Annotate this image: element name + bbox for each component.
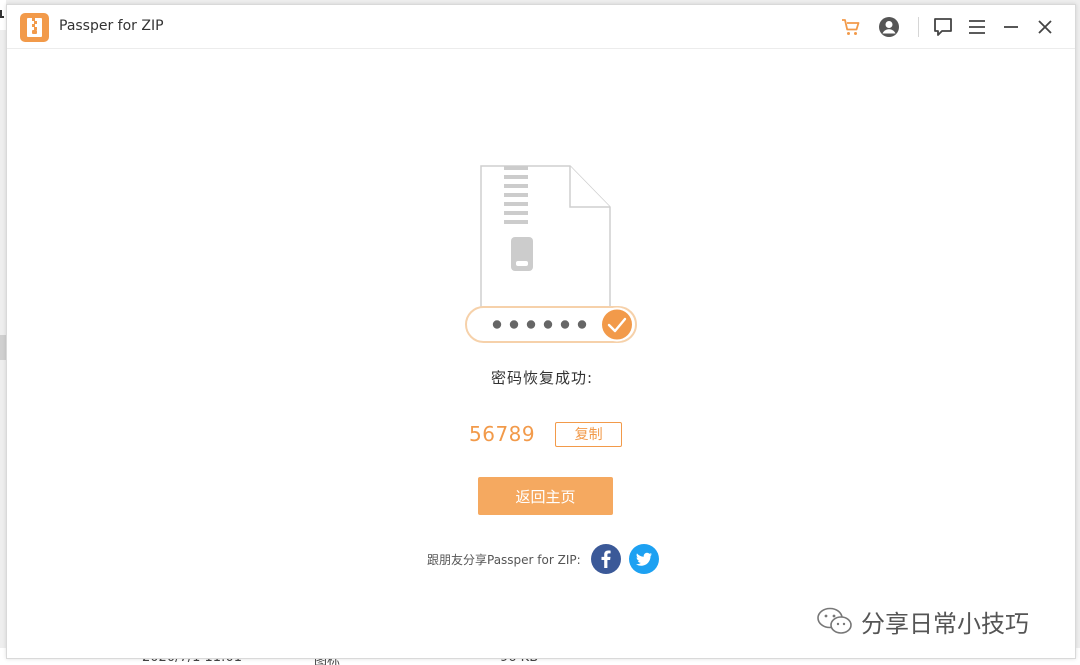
- zip-success-illustration: [457, 165, 637, 345]
- recovered-password: 56789: [469, 422, 536, 446]
- titlebar-divider: [918, 17, 919, 37]
- title-bar: Passper for ZIP: [7, 5, 1075, 49]
- share-label: 跟朋友分享Passper for ZIP:: [427, 552, 581, 567]
- watermark-text: 分享日常小技巧: [861, 609, 1029, 638]
- background-fragment: [0, 10, 4, 18]
- watermark: 分享日常小技巧: [815, 603, 1029, 639]
- wechat-icon: [817, 607, 852, 634]
- share-row: 跟朋友分享Passper for ZIP:: [427, 544, 667, 574]
- app-title: Passper for ZIP: [59, 18, 164, 34]
- back-to-home-button[interactable]: 返回主页: [478, 477, 613, 515]
- account-icon[interactable]: [877, 15, 901, 39]
- facebook-icon[interactable]: [590, 544, 621, 574]
- app-window: Passper for ZIP 密码恢复成功: 56789 复制 返回主页 跟朋…: [6, 4, 1076, 659]
- recovery-success-label: 密码恢复成功:: [490, 369, 594, 387]
- copy-button[interactable]: 复制: [555, 421, 623, 447]
- password-row: 56789 复制: [469, 420, 623, 448]
- minimize-icon[interactable]: [999, 15, 1023, 39]
- check-icon: [600, 307, 634, 342]
- close-icon[interactable]: [1033, 15, 1057, 39]
- twitter-icon[interactable]: [628, 544, 659, 574]
- menu-icon[interactable]: [965, 15, 989, 39]
- cart-icon[interactable]: [839, 15, 863, 39]
- feedback-icon[interactable]: [931, 15, 955, 39]
- zip-file-icon: [480, 165, 611, 308]
- app-logo-icon: [20, 13, 49, 42]
